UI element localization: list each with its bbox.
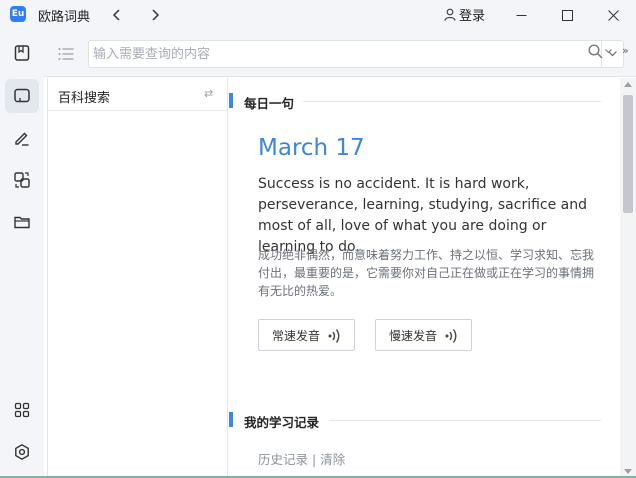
section-accent-bar [229, 412, 233, 427]
sidebar-rail [0, 30, 44, 478]
search-icon [588, 44, 603, 59]
daily-quote-chinese: 成功绝非偶然，而意味着努力工作、持之以恒、学习求知、忘我付出，最重要的是，它需要… [258, 248, 595, 298]
scroll-thumb[interactable] [623, 95, 633, 213]
button-label: 慢速发音 [389, 328, 438, 343]
app-logo-icon: Eu [10, 6, 26, 22]
search-input[interactable] [89, 41, 599, 67]
minimize-icon [516, 14, 526, 16]
close-button[interactable] [590, 0, 636, 30]
list-icon [58, 48, 74, 60]
sound-icon [328, 329, 340, 343]
divider [329, 420, 601, 421]
forward-button[interactable] [144, 4, 166, 26]
section-title: 我的学习记录 [244, 415, 320, 430]
close-icon [607, 9, 619, 21]
sidebar-item-dictionary[interactable] [5, 36, 39, 70]
title-bar: Eu 欧路词典 登录 [0, 0, 636, 30]
sound-icon [445, 329, 457, 343]
scroll-down-arrow[interactable] [624, 469, 632, 474]
divider [303, 101, 601, 102]
maximize-icon [561, 9, 573, 21]
history-link[interactable]: 历史记录 [258, 452, 308, 467]
app-title: 欧路词典 [38, 10, 91, 25]
encyclopedia-panel: 百科搜索 ⇄ [47, 78, 228, 478]
search-button[interactable] [588, 44, 612, 59]
daily-date: March 17 [258, 135, 365, 161]
user-icon [444, 8, 456, 21]
sidebar-item-notes[interactable] [5, 121, 39, 155]
main-content: 每日一句 March 17 Success is no accident. It… [229, 78, 620, 478]
chevron-down-icon [605, 49, 612, 54]
sidebar-item-files[interactable] [5, 205, 39, 239]
search-bar: » [44, 30, 636, 77]
gear-icon [15, 443, 29, 461]
sidebar-item-settings[interactable] [5, 435, 39, 469]
login-button[interactable]: 登录 [444, 5, 485, 24]
card-icon [14, 88, 30, 103]
sidebar-item-encyclopedia[interactable] [5, 79, 39, 113]
translate-icon [14, 172, 30, 188]
scrollbar[interactable] [620, 78, 636, 478]
panel-title: 百科搜索 [58, 91, 111, 106]
daily-sentence-header: 每日一句 [229, 91, 601, 111]
scroll-up-arrow[interactable] [624, 82, 632, 87]
section-accent-bar [229, 93, 233, 108]
back-button[interactable] [106, 4, 128, 26]
pencil-icon [15, 132, 29, 146]
grid-icon [14, 402, 30, 418]
more-button[interactable]: » [622, 44, 629, 57]
chevron-left-icon [112, 9, 120, 21]
panel-header: 百科搜索 ⇄ [48, 78, 227, 111]
list-menu-button[interactable] [58, 46, 74, 65]
maximize-button[interactable] [544, 0, 590, 30]
study-record-header: 我的学习记录 [229, 410, 601, 430]
normal-speed-pronounce-button[interactable]: 常速发音 [258, 319, 355, 351]
chevron-right-icon [152, 9, 160, 21]
sidebar-item-apps[interactable] [5, 393, 39, 427]
clear-link[interactable]: 清除 [320, 452, 345, 467]
slow-speed-pronounce-button[interactable]: 慢速发音 [375, 319, 472, 351]
folder-icon [14, 216, 30, 229]
login-label: 登录 [459, 9, 486, 24]
swap-icon[interactable]: ⇄ [204, 87, 213, 100]
button-label: 常速发音 [272, 328, 321, 343]
book-icon [14, 45, 30, 61]
history-links: 历史记录 | 清除 [258, 449, 345, 468]
sidebar-item-translate[interactable] [5, 163, 39, 197]
search-field [88, 40, 624, 68]
minimize-button[interactable] [498, 0, 544, 30]
section-title: 每日一句 [244, 96, 295, 111]
separator: | [312, 452, 317, 467]
